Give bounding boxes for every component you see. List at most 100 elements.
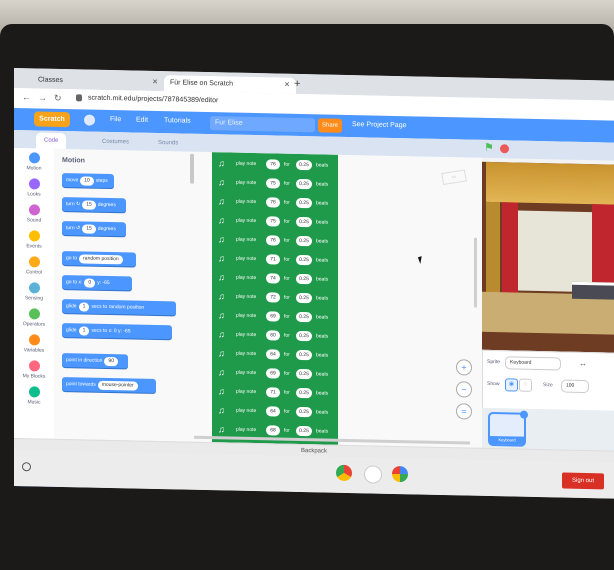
block-value[interactable]: 90 — [104, 356, 118, 367]
green-flag-icon[interactable]: ⚑ — [484, 142, 494, 154]
chrome-icon[interactable] — [336, 464, 352, 482]
files-icon[interactable] — [364, 465, 382, 484]
beats-value[interactable]: 0.25 — [296, 330, 312, 342]
play-note-block[interactable]: ♫ play note 69 for 0.25 beats — [212, 306, 338, 328]
block-value[interactable]: mouse-pointer — [97, 380, 138, 391]
size-input[interactable]: 100 — [561, 379, 589, 394]
launcher-icon[interactable] — [22, 462, 31, 472]
play-store-icon[interactable] — [392, 465, 408, 483]
zoom-out-icon[interactable]: − — [456, 381, 472, 398]
block-value[interactable]: random position — [79, 254, 123, 265]
file-menu[interactable]: File — [110, 116, 121, 123]
note-value[interactable]: 74 — [266, 273, 280, 284]
category-operators[interactable]: Operators — [14, 308, 54, 328]
category-variables[interactable]: Variables — [14, 334, 54, 354]
beats-value[interactable]: 0.25 — [296, 387, 312, 399]
category-events[interactable]: Events — [14, 230, 54, 250]
point-direction-block[interactable]: point in direction 90 — [62, 353, 128, 369]
tab-sounds[interactable]: Sounds — [150, 135, 186, 152]
block-value[interactable]: 10 — [80, 176, 94, 186]
beats-value[interactable]: 0.25 — [296, 425, 312, 437]
note-value[interactable]: 75 — [266, 178, 280, 189]
globe-icon[interactable] — [84, 114, 95, 126]
forward-icon[interactable]: → — [38, 93, 47, 103]
script-scrollbar[interactable] — [474, 237, 477, 308]
sign-out-button[interactable]: Sign out — [562, 472, 604, 490]
point-towards-block[interactable]: point towards mouse-pointer — [62, 377, 156, 393]
beats-value[interactable]: 0.25 — [296, 235, 312, 247]
close-icon[interactable]: ✕ — [152, 75, 158, 91]
go-to-xy-block[interactable]: go to x: 0 y: -65 — [62, 275, 132, 291]
category-music[interactable]: Music — [14, 386, 54, 406]
tab-costumes[interactable]: Costumes — [94, 134, 137, 151]
beats-value[interactable]: 0.25 — [296, 197, 312, 209]
play-note-block[interactable]: ♫ play note 72 for 0.25 beats — [212, 287, 338, 309]
note-value[interactable]: 75 — [266, 216, 280, 227]
reload-icon[interactable]: ↻ — [54, 93, 62, 104]
delete-sprite-icon[interactable] — [520, 410, 528, 419]
category-looks[interactable]: Looks — [14, 178, 54, 198]
beats-value[interactable]: 0.25 — [296, 406, 312, 418]
note-value[interactable]: 64 — [266, 349, 280, 360]
block-value[interactable]: 0 — [84, 278, 96, 288]
show-eye-icon[interactable]: ◉ — [505, 378, 518, 392]
glide-random-block[interactable]: glide 1 secs to random position — [62, 299, 176, 316]
edit-menu[interactable]: Edit — [136, 117, 148, 124]
beats-value[interactable]: 0.25 — [296, 178, 312, 190]
block-value[interactable]: 15 — [82, 224, 96, 234]
note-value[interactable]: 71 — [266, 387, 280, 398]
beats-value[interactable]: 0.25 — [296, 273, 312, 285]
note-value[interactable]: 69 — [266, 368, 280, 379]
beats-value[interactable]: 0.25 — [296, 349, 312, 361]
category-sound[interactable]: Sound — [14, 204, 54, 224]
stage[interactable] — [482, 161, 614, 353]
close-icon[interactable]: ✕ — [284, 78, 290, 94]
turn-right-block[interactable]: turn ↻ 15 degrees — [62, 197, 126, 213]
note-value[interactable]: 76 — [266, 197, 280, 208]
beats-value[interactable]: 0.25 — [296, 311, 312, 323]
move-steps-block[interactable]: move 10 steps — [62, 173, 114, 189]
play-note-block[interactable]: ♫ play note 71 for 0.25 beats — [212, 382, 338, 404]
project-title-input[interactable]: Fur Elise — [210, 116, 315, 133]
category-motion[interactable]: Motion — [14, 152, 54, 172]
back-icon[interactable]: ← — [22, 92, 31, 102]
beats-value[interactable]: 0.25 — [296, 216, 312, 228]
note-value[interactable]: 71 — [266, 254, 280, 265]
go-to-block[interactable]: go to random position — [62, 251, 136, 267]
hide-eye-icon[interactable]: ◌ — [519, 378, 532, 392]
glide-xy-block[interactable]: glide 1 secs to x: 0 y: -65 — [62, 323, 172, 340]
turn-left-block[interactable]: turn ↺ 15 degrees — [62, 221, 126, 237]
beats-value[interactable]: 0.25 — [296, 292, 312, 304]
play-note-block[interactable]: ♫ play note 64 for 0.25 beats — [212, 344, 338, 366]
keyboard-sprite[interactable] — [572, 281, 614, 300]
script-area[interactable]: ▭ ♫ play note 76 for 0.25 beats ♫ play note 75 fo… — [194, 151, 482, 448]
tab-code[interactable]: Code — [36, 132, 67, 150]
block-value[interactable]: 15 — [82, 200, 96, 210]
play-note-block[interactable]: ♫ play note 76 for 0.25 beats — [212, 192, 338, 214]
zoom-in-icon[interactable]: + — [456, 359, 472, 376]
tutorials-menu[interactable]: Tutorials — [164, 117, 191, 125]
block-value[interactable]: 1 — [78, 302, 90, 312]
play-note-block[interactable]: ♫ play note 64 for 0.25 beats — [212, 401, 338, 423]
note-value[interactable]: 72 — [266, 292, 280, 303]
note-value[interactable]: 76 — [266, 235, 280, 246]
block-value[interactable]: 1 — [78, 326, 90, 336]
play-note-block[interactable]: ♫ play note 76 for 0.25 beats — [212, 230, 338, 252]
url-text[interactable]: scratch.mit.edu/projects/787845389/edito… — [88, 95, 218, 105]
play-note-block[interactable]: ♫ play note 76 for 0.25 beats — [212, 154, 338, 176]
share-button[interactable]: Share — [318, 118, 342, 133]
play-note-stack[interactable]: ♫ play note 76 for 0.25 beats ♫ play note 75 for 0… — [212, 152, 338, 448]
sprite-thumbnail[interactable]: Keyboard — [488, 410, 528, 447]
note-value[interactable]: 68 — [266, 425, 280, 436]
beats-value[interactable]: 0.25 — [296, 159, 312, 171]
beats-value[interactable]: 0.25 — [296, 368, 312, 380]
play-note-block[interactable]: ♫ play note 71 for 0.25 beats — [212, 249, 338, 271]
stop-icon[interactable] — [500, 144, 509, 154]
beats-value[interactable]: 0.25 — [296, 254, 312, 266]
see-project-page-button[interactable]: See Project Page — [352, 121, 406, 129]
note-value[interactable]: 69 — [266, 311, 280, 322]
category-my-blocks[interactable]: My Blocks — [14, 360, 54, 380]
play-note-block[interactable]: ♫ play note 75 for 0.25 beats — [212, 173, 338, 195]
play-note-block[interactable]: ♫ play note 75 for 0.25 beats — [212, 211, 338, 233]
category-sensing[interactable]: Sensing — [14, 282, 54, 302]
